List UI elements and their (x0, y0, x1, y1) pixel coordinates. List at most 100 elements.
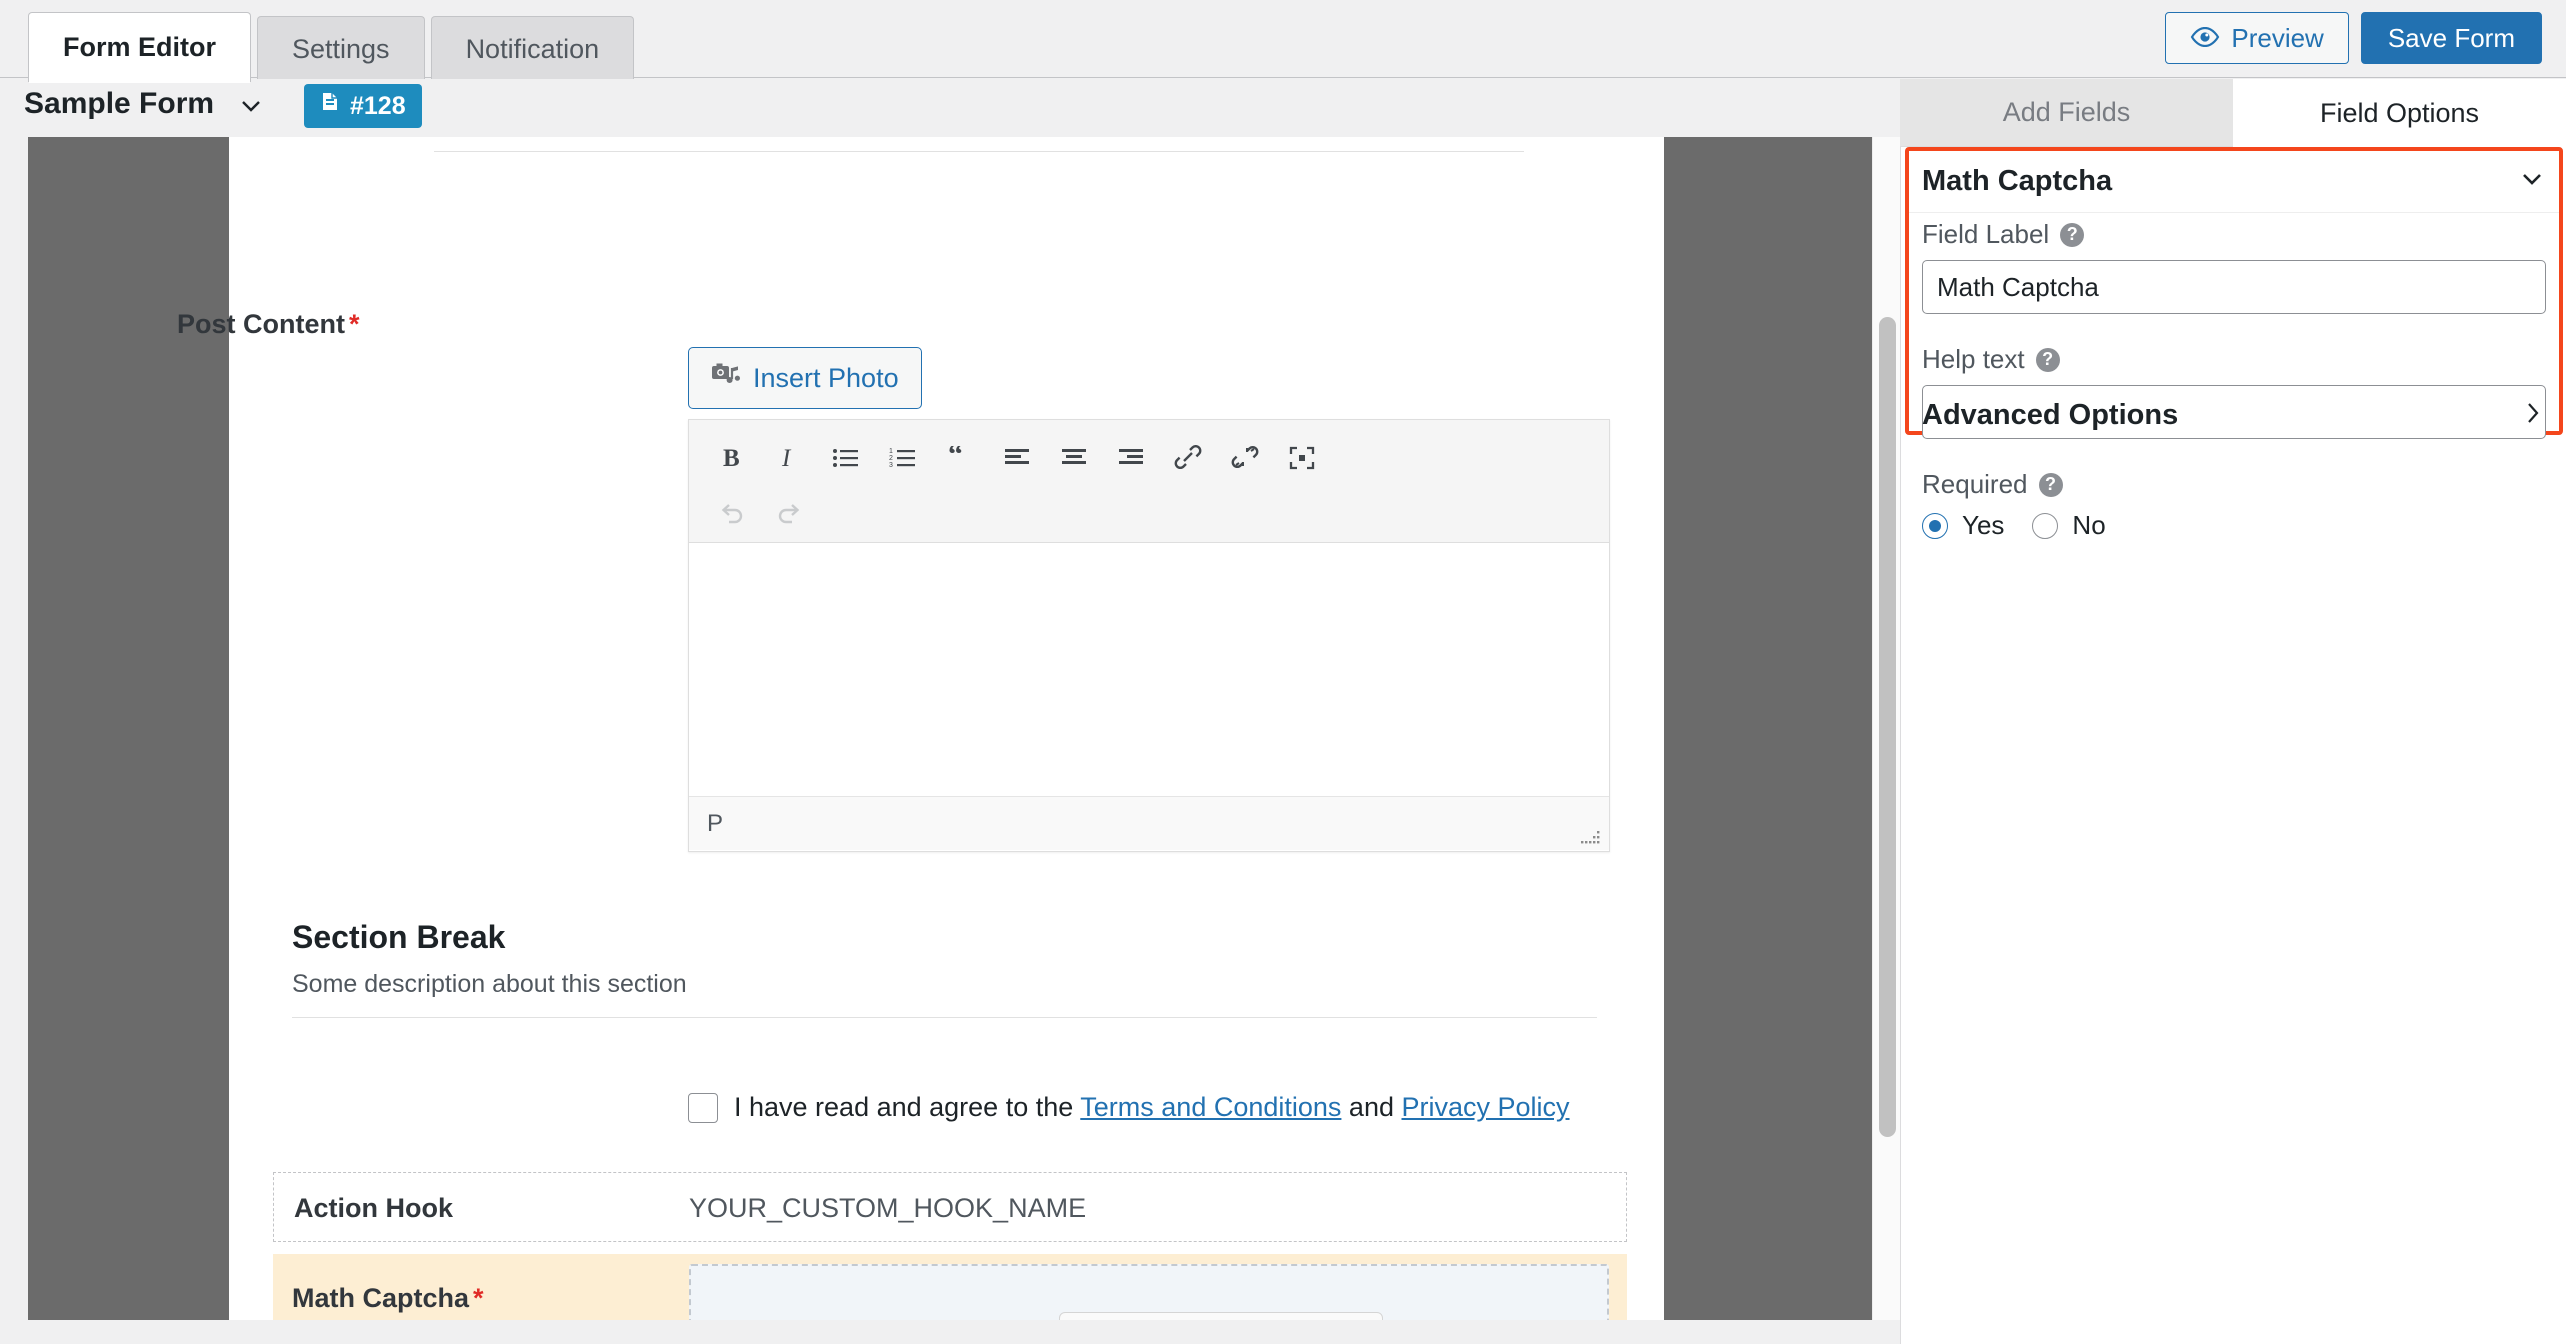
top-toolbar: Form Editor Settings Notification Previe… (0, 0, 2566, 83)
tab-settings[interactable]: Settings (257, 16, 425, 82)
help-icon[interactable]: ? (2035, 347, 2060, 372)
terms-and-conditions-link[interactable]: Terms and Conditions (1080, 1092, 1341, 1122)
save-form-button[interactable]: Save Form (2360, 12, 2542, 64)
top-actions: Preview Save Form (2165, 12, 2542, 64)
preview-button-label: Preview (2231, 22, 2324, 53)
preview-button[interactable]: Preview (2165, 12, 2349, 64)
required-no-label: No (2072, 510, 2106, 540)
numbered-list-icon[interactable]: 1 2 3 (874, 432, 931, 484)
align-left-icon[interactable] (988, 432, 1045, 484)
help-icon[interactable]: ? (2060, 222, 2085, 247)
align-right-icon[interactable] (1102, 432, 1159, 484)
terms-label: I have read and agree to the Terms and C… (734, 1092, 1570, 1123)
required-yes-label: Yes (1962, 510, 2005, 540)
tab-add-fields[interactable]: Add Fields (1900, 79, 2233, 147)
field-options-card: Math Captcha Field Label ? Math Captcha … (1905, 147, 2563, 540)
bulleted-list-icon[interactable] (817, 432, 874, 484)
required-no-radio[interactable] (2032, 512, 2059, 539)
action-hook-value: YOUR_CUSTOM_HOOK_NAME (689, 1193, 1087, 1223)
terms-text-before: I have read and agree to the (734, 1092, 1081, 1122)
chevron-right-icon[interactable] (2520, 400, 2546, 431)
editor-toolbar-row-1: B I 1 2 3 “ (703, 430, 1595, 486)
align-center-icon[interactable] (1045, 432, 1102, 484)
rich-text-editor[interactable]: B I 1 2 3 “ P (688, 419, 1610, 852)
editor-toolbar: B I 1 2 3 “ (689, 420, 1609, 543)
scrollbar-thumb[interactable] (1879, 317, 1896, 1137)
field-label-label: Field Label ? (1922, 219, 2546, 250)
field-options-header[interactable]: Math Captcha (1909, 151, 2559, 213)
math-captcha-label: Math Captcha * (292, 1283, 484, 1313)
help-text-label: Help text ? (1922, 344, 2546, 375)
terms-checkbox[interactable] (688, 1092, 718, 1123)
main-tabs: Form Editor Settings Notification (28, 12, 640, 83)
section-break-divider (292, 1017, 1597, 1018)
required-yes-radio[interactable] (1922, 512, 1948, 539)
save-form-label: Save Form (2387, 22, 2515, 53)
help-icon[interactable]: ? (2038, 472, 2063, 497)
stage-footer (0, 1320, 1900, 1344)
stage-overlay-right (1664, 137, 1872, 1320)
svg-text:3: 3 (889, 462, 893, 469)
field-options-body: Field Label ? Math Captcha Help text ? R… (1922, 219, 2546, 541)
insert-photo-label: Insert Photo (753, 362, 899, 393)
field-label-input[interactable]: Math Captcha (1922, 260, 2546, 314)
form-scrollbar[interactable] (1872, 137, 1900, 1320)
svg-text:“: “ (948, 446, 963, 470)
editor-content-area[interactable] (689, 543, 1609, 796)
editor-toolbar-row-2 (703, 486, 1595, 542)
italic-icon[interactable]: I (760, 432, 817, 484)
link-icon[interactable] (1159, 432, 1216, 484)
action-hook-row[interactable]: Action Hook YOUR_CUSTOM_HOOK_NAME (273, 1172, 1627, 1242)
terms-text-middle: and (1341, 1092, 1402, 1122)
form-titlebar: Sample Form #128 (0, 79, 1900, 137)
section-break-title: Section Break (292, 919, 506, 955)
panel-tabs: Add Fields Field Options (1900, 79, 2566, 147)
form-preview-stage: Post Content * Insert Photo B I 1 2 3 “ … (0, 137, 1900, 1344)
required-asterisk: * (473, 1283, 484, 1313)
redo-icon[interactable] (760, 488, 817, 540)
section-break-description: Some description about this section (292, 970, 687, 998)
tab-field-options[interactable]: Field Options (2233, 79, 2566, 147)
tab-form-editor[interactable]: Form Editor (28, 12, 251, 83)
terms-row: I have read and agree to the Terms and C… (688, 1092, 1570, 1123)
post-content-label: Post Content * (177, 309, 360, 339)
editor-element-path: P (707, 809, 724, 837)
bold-icon[interactable]: B (703, 432, 760, 484)
field-options-title: Math Captcha (1922, 165, 2113, 197)
unlink-icon[interactable] (1216, 432, 1273, 484)
svg-text:I: I (781, 445, 792, 472)
chevron-down-icon[interactable] (2519, 166, 2545, 197)
required-asterisk: * (349, 309, 360, 339)
insert-photo-button[interactable]: Insert Photo (688, 347, 922, 409)
tab-form-editor-label: Form Editor (63, 32, 216, 62)
form-id-badge[interactable]: #128 (304, 84, 422, 128)
field-label-input-value: Math Captcha (1937, 271, 2099, 302)
required-radio-group: Yes No (1922, 510, 2546, 541)
svg-text:B: B (723, 445, 740, 472)
advanced-options-label: Advanced Options (1922, 399, 2179, 431)
page-title: Sample Form (24, 87, 215, 120)
tab-add-fields-label: Add Fields (2002, 97, 2131, 127)
resize-grip-icon[interactable] (1579, 826, 1601, 844)
form-id-label: #128 (350, 91, 406, 120)
tab-settings-label: Settings (292, 34, 390, 64)
field-divider-top (434, 151, 1524, 152)
tab-notification-label: Notification (465, 34, 600, 64)
eye-icon (2190, 23, 2220, 54)
blockquote-icon[interactable]: “ (931, 432, 988, 484)
form-canvas: Post Content * Insert Photo B I 1 2 3 “ … (177, 137, 1664, 1344)
tab-notification[interactable]: Notification (430, 16, 635, 82)
advanced-options-toggle[interactable]: Advanced Options (1922, 399, 2546, 432)
svg-text:1: 1 (889, 448, 893, 455)
svg-text:2: 2 (889, 455, 893, 462)
action-hook-label: Action Hook (294, 1193, 453, 1223)
required-label: Required ? (1922, 469, 2546, 500)
undo-icon[interactable] (703, 488, 760, 540)
fullscreen-icon[interactable] (1273, 432, 1330, 484)
field-options-panel: Math Captcha Field Label ? Math Captcha … (1900, 147, 2566, 1344)
editor-statusbar: P (689, 796, 1609, 850)
photo-icon (711, 361, 741, 395)
tab-field-options-label: Field Options (2319, 97, 2480, 128)
chevron-down-icon[interactable] (238, 93, 264, 119)
privacy-policy-link[interactable]: Privacy Policy (1401, 1092, 1569, 1122)
